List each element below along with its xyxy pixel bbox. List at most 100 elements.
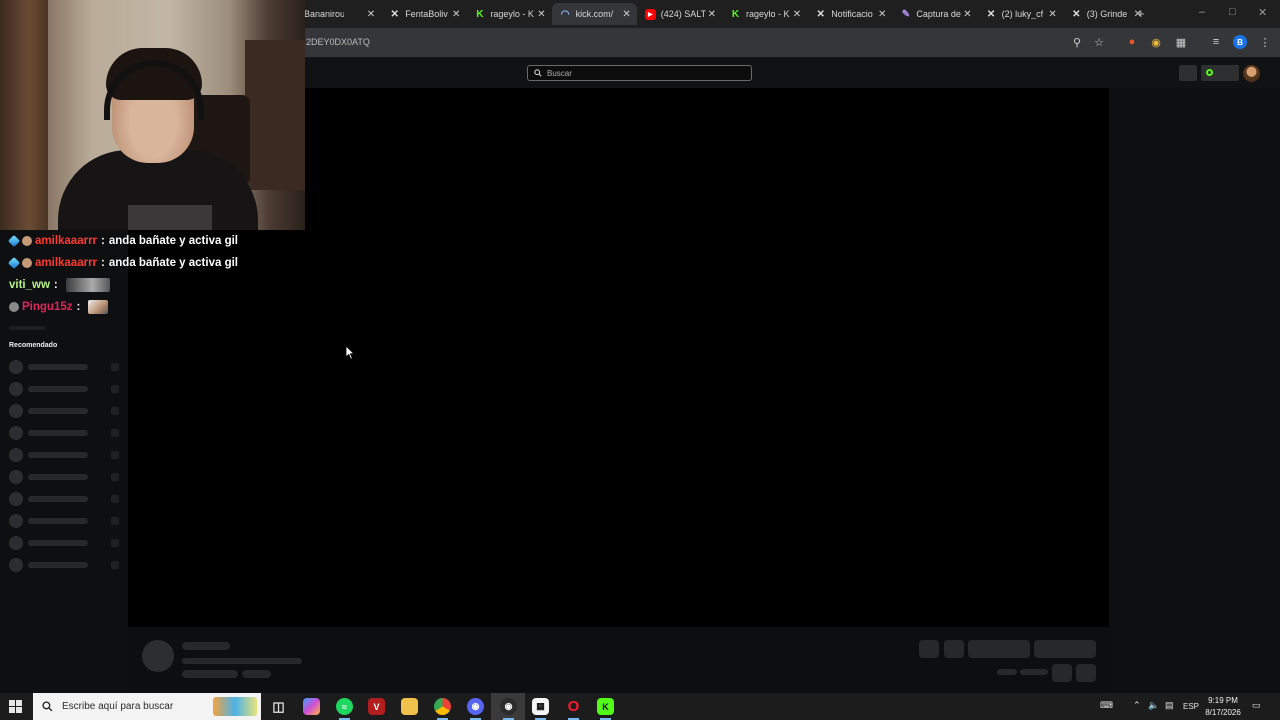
obs-icon[interactable]: ◉ (500, 698, 517, 720)
extensions-puzzle-icon[interactable]: ▦ (1174, 35, 1188, 49)
recommended-channel-skeleton[interactable] (0, 382, 128, 398)
follow-skeleton-button[interactable] (968, 640, 1030, 658)
browser-tab[interactable]: ◠ kick.com/ ✕ (551, 3, 637, 25)
zoom-icon[interactable]: ⚲ (1070, 35, 1084, 49)
recommended-channel-skeleton[interactable] (0, 492, 128, 508)
close-tab-icon[interactable]: ✕ (878, 9, 886, 20)
webcam-overlay (0, 0, 305, 230)
extension-color-icon[interactable]: ◉ (1149, 35, 1163, 49)
network-icon[interactable]: ▤ (1165, 700, 1174, 711)
recommended-channel-skeleton[interactable] (0, 536, 128, 552)
action-skeleton-button[interactable] (919, 640, 939, 658)
viewer-count-skeleton (111, 451, 119, 459)
address-bar[interactable]: 2DEY0DX0ATQ (306, 37, 370, 47)
close-tab-icon[interactable]: ✕ (1048, 9, 1056, 20)
clock-time[interactable]: 9:19 PM (1202, 696, 1244, 705)
browser-tab[interactable]: ▶ (424) SALT ✕ (637, 3, 722, 25)
x-logo-icon: ✕ (986, 8, 996, 20)
chat-message: amilkaaarrr: anda bañate y activa gil (7, 255, 238, 271)
channel-avatar-skeleton (9, 558, 23, 572)
volume-icon[interactable]: 🔈 (1148, 700, 1159, 711)
sidebar-section-title: Recomendado (9, 342, 58, 349)
recommended-channel-skeleton[interactable] (0, 426, 128, 442)
close-window-icon[interactable]: ✕ (1258, 6, 1267, 19)
close-tab-icon[interactable]: ✕ (708, 9, 716, 20)
clock-date[interactable]: 8/17/2026 (1202, 708, 1244, 717)
browser-tab[interactable]: ✕ FentaBoliv ✕ (381, 3, 466, 25)
keyboard-layout-icon[interactable]: ⌨ (1100, 700, 1113, 711)
taskbar-search-box[interactable]: Escribe aquí para buscar (33, 693, 261, 720)
taskbar-search-placeholder: Escribe aquí para buscar (62, 701, 174, 712)
spotify-icon[interactable]: ≈ (336, 698, 353, 720)
bookmark-star-icon[interactable]: ☆ (1092, 35, 1106, 49)
chat-username[interactable]: amilkaaarrr (35, 235, 97, 247)
media-control-icon[interactable]: ≡ (1209, 35, 1223, 49)
channel-avatar-skeleton (9, 470, 23, 484)
profile-avatar[interactable]: B (1233, 35, 1247, 49)
recommended-channel-skeleton[interactable] (0, 558, 128, 574)
chat-message: Pingu15z: (9, 299, 109, 315)
maximize-icon[interactable]: □ (1229, 6, 1236, 18)
menu-kebab-icon[interactable]: ⋮ (1258, 35, 1272, 49)
chat-username[interactable]: Pingu15z (22, 301, 72, 313)
user-badge-icon (9, 302, 19, 312)
notifications-icon[interactable]: ▭ (1252, 700, 1261, 711)
viewer-count-skeleton (111, 385, 119, 393)
opera-icon[interactable]: O (565, 698, 582, 720)
more-skeleton-button[interactable] (1076, 664, 1096, 682)
user-badge-icon (22, 258, 32, 268)
user-avatar[interactable] (1243, 65, 1260, 82)
action-skeleton-button[interactable] (944, 640, 964, 658)
kick-logo-icon: K (476, 8, 484, 20)
pen-icon: ✎ (901, 8, 911, 20)
channel-avatar-skeleton (9, 360, 23, 374)
close-tab-icon[interactable]: ✕ (793, 9, 801, 20)
browser-tab[interactable]: ✕ (3) Grinde ✕ (1063, 3, 1148, 25)
browser-tab[interactable]: Krageylo - K ✕ (722, 3, 807, 25)
windows-start-icon[interactable] (9, 700, 22, 713)
browser-tab[interactable]: ✎ Captura de ✕ (892, 3, 977, 25)
nav-skeleton-button[interactable] (1179, 65, 1197, 81)
browser-tab[interactable]: ✕ Notificacio ✕ (807, 3, 892, 25)
close-tab-icon[interactable]: ✕ (622, 9, 630, 20)
minimize-icon[interactable]: – (1199, 6, 1205, 18)
webcam-background-door (0, 0, 48, 230)
chat-separator: : (76, 301, 81, 313)
browser-tab[interactable]: ✕ (2) luky_cf ✕ (978, 3, 1063, 25)
close-tab-icon[interactable]: ✕ (963, 9, 971, 20)
recommended-channel-skeleton[interactable] (0, 404, 128, 420)
browser-tab[interactable]: Bananirou ✕ (296, 3, 381, 25)
chat-text: anda bañate y activa gil (108, 235, 238, 247)
stream-title-skeleton (182, 658, 302, 664)
share-skeleton-button[interactable] (1052, 664, 1072, 682)
chrome-icon[interactable] (434, 698, 451, 720)
capcut-icon[interactable]: ▦ (532, 698, 549, 720)
recommended-channel-skeleton[interactable] (0, 360, 128, 376)
channel-name-skeleton (28, 408, 88, 414)
extension-fox-icon[interactable]: ● (1125, 35, 1139, 49)
close-tab-icon[interactable]: ✕ (367, 9, 375, 20)
show-hidden-icons-icon[interactable]: ⌃ (1133, 700, 1141, 711)
chat-username[interactable]: amilkaaarrr (35, 257, 97, 269)
recommended-channel-skeleton[interactable] (0, 514, 128, 530)
browser-tab[interactable]: Krageylo - K ✕ (466, 3, 551, 25)
chat-username[interactable]: viti_ww (9, 279, 50, 291)
recommended-channel-skeleton[interactable] (0, 448, 128, 464)
search-input[interactable]: Buscar (527, 65, 752, 81)
search-placeholder: Buscar (547, 68, 572, 78)
discord-icon[interactable]: ◉ (467, 698, 484, 720)
language-indicator[interactable]: ESP (1183, 702, 1199, 711)
task-view-icon[interactable]: ◫ (270, 698, 287, 715)
kick-app-icon[interactable]: K (597, 698, 614, 720)
copilot-icon[interactable] (303, 698, 320, 715)
voice-app-icon[interactable]: V (368, 698, 385, 715)
close-tab-icon[interactable]: ✕ (452, 9, 460, 20)
subscribe-skeleton-button[interactable] (1034, 640, 1096, 658)
new-tab-button[interactable]: + (1137, 6, 1145, 21)
browser-tab-label: Notificacio (831, 9, 873, 19)
recommended-channel-skeleton[interactable] (0, 470, 128, 486)
file-explorer-icon[interactable] (401, 698, 418, 715)
nav-status-pill[interactable] (1201, 65, 1239, 81)
webcam-shirt-print (128, 205, 212, 230)
close-tab-icon[interactable]: ✕ (537, 9, 545, 20)
